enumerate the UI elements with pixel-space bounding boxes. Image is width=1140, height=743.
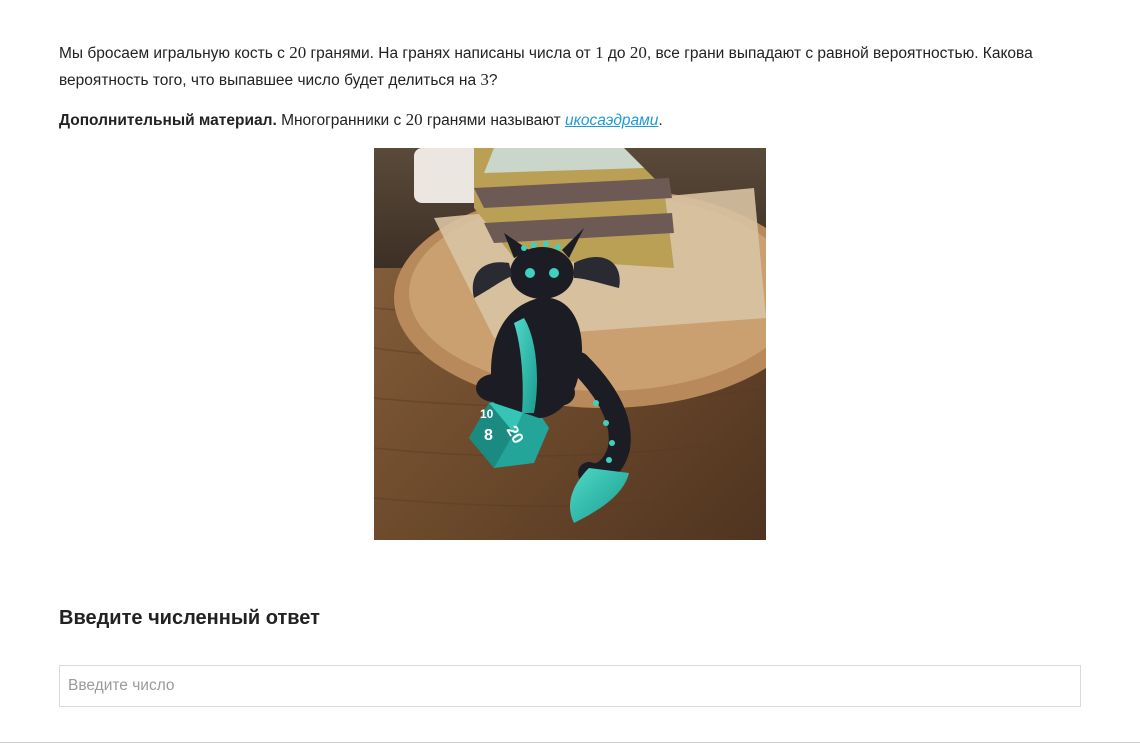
additional-material: Дополнительный материал. Многогранники с… (59, 107, 1059, 134)
task-text-part: до (603, 45, 630, 62)
additional-text-part: гранями называют (422, 112, 565, 129)
additional-text-part: Многогранники с (276, 112, 406, 129)
task-text-part: гранями. На гранях написаны числа от (306, 45, 596, 62)
numeric-answer-input[interactable] (59, 665, 1081, 707)
math-number: 20 (289, 43, 307, 62)
answer-title: Введите численный ответ (59, 607, 320, 629)
math-number: 3 (480, 70, 489, 89)
die-number: 10 (480, 407, 494, 421)
math-number: 1 (595, 43, 604, 62)
die-number: 8 (484, 427, 493, 444)
task-text-part: Мы бросаем игральную кость с (59, 45, 290, 62)
task-text-part: ? (488, 72, 498, 89)
task-text: Мы бросаем игральную кость с 20 гранями.… (59, 40, 1059, 94)
math-number: 20 (629, 43, 647, 62)
dragon-dice-photo: 8 20 10 (374, 148, 766, 540)
additional-text-part: . (658, 112, 663, 129)
math-number: 20 (405, 110, 423, 129)
icosahedron-link[interactable]: икосаэдрами (565, 112, 658, 129)
additional-material-label: Дополнительный материал. (59, 112, 277, 129)
